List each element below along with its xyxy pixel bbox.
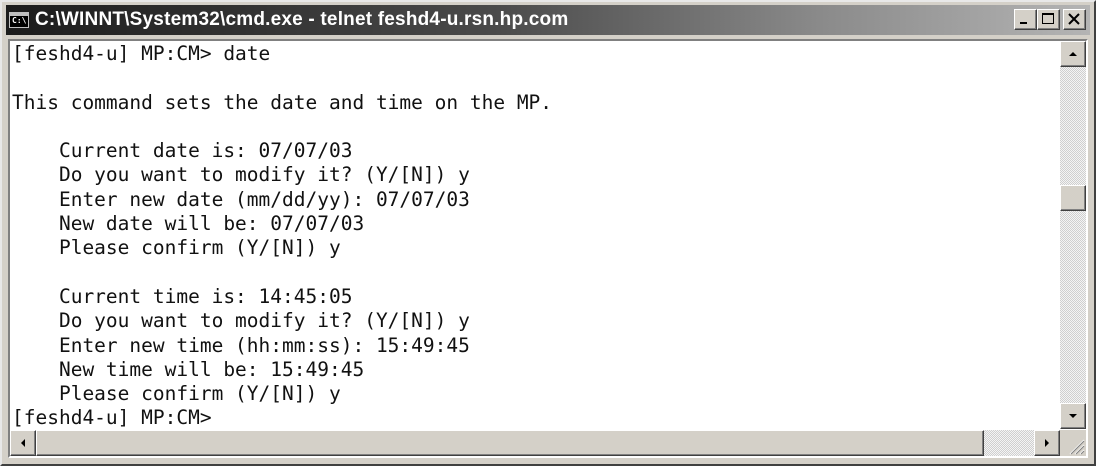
maximize-icon: [1042, 13, 1054, 24]
close-icon: [1068, 13, 1080, 25]
vertical-scrollbar[interactable]: [1060, 41, 1086, 429]
vertical-scroll-thumb[interactable]: [1060, 185, 1086, 211]
title-bar[interactable]: C:\ C:\WINNT\System32\cmd.exe - telnet f…: [6, 5, 1090, 35]
console-line: New date will be: 07/07/03: [12, 212, 365, 236]
console-line: Do you want to modify it? (Y/[N]) y: [12, 309, 470, 333]
console-line: Please confirm (Y/[N]) y: [12, 382, 341, 406]
scroll-up-button[interactable]: [1060, 41, 1086, 67]
console-text: [feshd4-u] MP:CM> date This command sets…: [10, 41, 1060, 428]
console-line: New time will be: 15:49:45: [12, 357, 365, 381]
minimize-icon: [1020, 22, 1027, 24]
cmd-window: C:\ C:\WINNT\System32\cmd.exe - telnet f…: [0, 0, 1096, 466]
arrow-right-icon: [1045, 439, 1049, 447]
size-grip[interactable]: [1060, 430, 1086, 456]
arrow-down-icon: [1069, 414, 1077, 418]
arrow-up-icon: [1069, 52, 1077, 56]
console-line: [feshd4-u] MP:CM> date: [12, 42, 271, 65]
console-icon-label: C:\: [12, 16, 27, 25]
horizontal-scroll-thumb[interactable]: [36, 430, 984, 456]
horizontal-scrollbar[interactable]: [10, 430, 1060, 456]
scroll-down-button[interactable]: [1060, 403, 1086, 429]
console-area[interactable]: [feshd4-u] MP:CM> date This command sets…: [8, 39, 1088, 458]
scroll-right-button[interactable]: [1034, 430, 1060, 456]
console-line: Current date is: 07/07/03: [12, 139, 353, 163]
console-line: Do you want to modify it? (Y/[N]) y: [12, 163, 470, 187]
minimize-button[interactable]: [1014, 9, 1037, 30]
close-button[interactable]: [1063, 9, 1086, 30]
console-output[interactable]: [feshd4-u] MP:CM> date This command sets…: [10, 41, 1060, 428]
console-line: Enter new time (hh:mm:ss): 15:49:45: [12, 333, 470, 357]
console-icon[interactable]: C:\: [9, 12, 29, 28]
console-line: [feshd4-u] MP:CM>: [12, 406, 212, 428]
maximize-button[interactable]: [1037, 9, 1060, 30]
console-line: Please confirm (Y/[N]) y: [12, 236, 341, 260]
window-controls: [1014, 9, 1086, 30]
console-line: This command sets the date and time on t…: [12, 90, 553, 114]
arrow-left-icon: [21, 439, 25, 447]
scroll-left-button[interactable]: [10, 430, 36, 456]
resize-grip-icon: [1069, 439, 1085, 455]
console-line: Enter new date (mm/dd/yy): 07/07/03: [12, 187, 470, 211]
console-line: Current time is: 14:45:05: [12, 284, 353, 308]
window-title: C:\WINNT\System32\cmd.exe - telnet feshd…: [35, 9, 569, 30]
